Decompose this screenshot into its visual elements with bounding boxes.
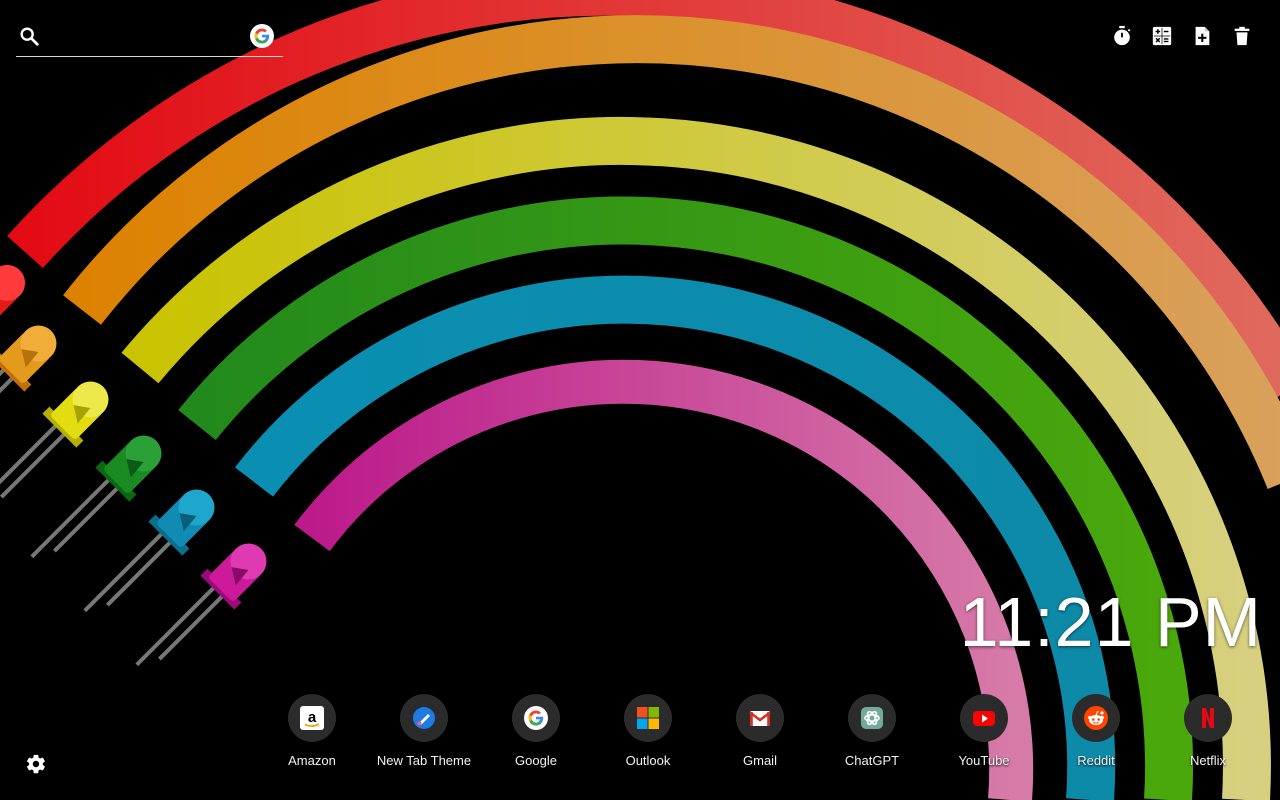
shortcut-label: Gmail <box>743 753 777 768</box>
led-green <box>30 435 162 559</box>
led-blue <box>83 489 215 613</box>
shortcut-reddit[interactable]: Reddit <box>1040 694 1152 768</box>
rainbow-wallpaper <box>0 0 1280 800</box>
shortcut-label: Reddit <box>1077 753 1115 768</box>
shortcut-chatgpt[interactable]: ChatGPT <box>816 694 928 768</box>
chatgpt-icon <box>848 694 896 742</box>
svg-text:a: a <box>308 709 317 726</box>
clock-time: 11:21 PM <box>959 583 1262 661</box>
google-logo-icon[interactable] <box>250 24 274 48</box>
new-tab-theme-icon <box>400 694 448 742</box>
shortcut-label: ChatGPT <box>844 753 900 768</box>
shortcut-outlook[interactable]: Outlook <box>592 694 704 768</box>
shortcut-label: Outlook <box>625 753 671 768</box>
shortcuts-bar: a Amazon New Tab Theme Google Outlook Gm… <box>256 694 1264 768</box>
shortcut-label: Google <box>515 753 557 768</box>
shortcut-label: Netflix <box>1189 753 1227 768</box>
gmail-icon <box>736 694 784 742</box>
calculator-icon[interactable] <box>1150 24 1174 48</box>
microsoft-icon <box>624 694 672 742</box>
shortcut-gmail[interactable]: Gmail <box>704 694 816 768</box>
google-icon <box>512 694 560 742</box>
led-magenta <box>135 543 267 667</box>
youtube-icon <box>960 694 1008 742</box>
reddit-icon <box>1072 694 1120 742</box>
led-red <box>0 264 26 326</box>
search-input[interactable] <box>56 26 250 50</box>
search-icon[interactable] <box>18 25 40 47</box>
amazon-icon: a <box>288 694 336 742</box>
add-note-icon[interactable] <box>1190 24 1214 48</box>
shortcut-label: Amazon <box>288 753 336 768</box>
shortcut-new-tab-theme[interactable]: New Tab Theme <box>368 694 480 768</box>
toolbar <box>1110 24 1254 48</box>
stopwatch-icon[interactable] <box>1110 24 1134 48</box>
shortcut-google[interactable]: Google <box>480 694 592 768</box>
shortcut-netflix[interactable]: Netflix <box>1152 694 1264 768</box>
search-bar <box>16 20 283 57</box>
trash-icon[interactable] <box>1230 24 1254 48</box>
netflix-icon <box>1184 694 1232 742</box>
shortcut-youtube[interactable]: YouTube <box>928 694 1040 768</box>
shortcut-label: New Tab Theme <box>376 753 472 768</box>
gear-icon[interactable] <box>25 753 47 775</box>
shortcut-amazon[interactable]: a Amazon <box>256 694 368 768</box>
shortcut-label: YouTube <box>958 753 1010 768</box>
